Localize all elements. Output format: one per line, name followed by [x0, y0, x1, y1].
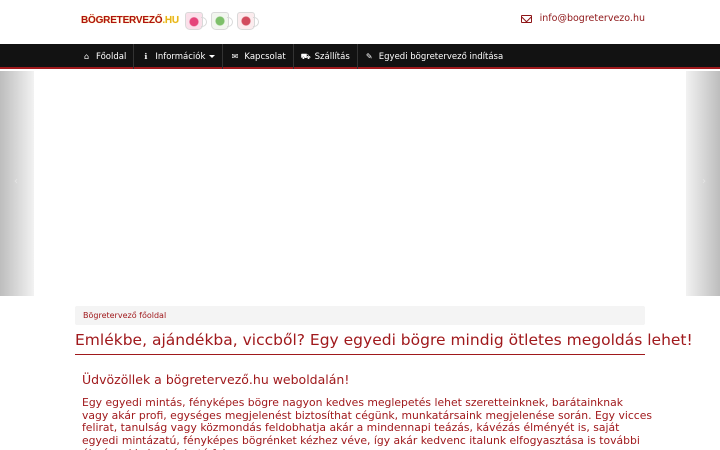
breadcrumb-item[interactable]: Bögretervező főoldal — [83, 311, 166, 320]
nav-item-fooldal[interactable]: ⌂ Főoldal — [75, 44, 135, 69]
main-navbar: ⌂ Főoldal ℹ Információk ✉ Kapcsolat ⛟ Sz… — [0, 44, 720, 69]
envelope-icon: ✉ — [231, 52, 239, 61]
chevron-right-icon: › — [702, 176, 706, 187]
info-icon: ℹ — [144, 52, 148, 61]
email-link[interactable]: info@bogretervezo.hu — [540, 13, 645, 24]
nav-items: ⌂ Főoldal ℹ Információk ✉ Kapcsolat ⛟ Sz… — [75, 44, 510, 69]
nav-label: Információk — [155, 51, 206, 62]
site-header: BÖGRETERVEZŐ.HU info@bogretervezo.hu — [0, 0, 720, 44]
intro-paragraph: Egy egyedi mintás, fényképes bögre nagyo… — [82, 396, 652, 450]
envelope-icon — [520, 14, 532, 23]
nav-item-bogretervezo[interactable]: ✎ Egyedi bögretervező indítása — [358, 44, 510, 69]
carousel-next-button[interactable]: › — [686, 71, 720, 296]
floral-mug-icon — [236, 12, 259, 30]
header-email[interactable]: info@bogretervezo.hu — [520, 13, 645, 24]
photo-mug-icon — [210, 12, 233, 30]
nav-item-szallitas[interactable]: ⛟ Szállítás — [294, 44, 358, 69]
nav-item-informaciok[interactable]: ℹ Információk — [134, 44, 224, 69]
nav-label: Szállítás — [314, 51, 350, 62]
caret-down-icon — [209, 55, 216, 58]
site-logo[interactable]: BÖGRETERVEZŐ.HU — [81, 12, 259, 30]
nav-item-kapcsolat[interactable]: ✉ Kapcsolat — [223, 44, 294, 69]
image-carousel: ‹ › — [0, 71, 720, 296]
carousel-prev-button[interactable]: ‹ — [0, 71, 34, 296]
nav-label: Egyedi bögretervező indítása — [378, 51, 504, 62]
nav-label: Főoldal — [96, 51, 127, 62]
breadcrumb: Bögretervező főoldal — [75, 306, 645, 325]
logo-text: BÖGRETERVEZŐ.HU — [81, 15, 179, 26]
home-icon: ⌂ — [83, 52, 90, 61]
nav-label: Kapcsolat — [244, 51, 286, 62]
chevron-left-icon: ‹ — [14, 176, 18, 187]
truck-icon: ⛟ — [300, 51, 311, 61]
page-title: Emlékbe, ajándékba, viccből? Egy egyedi … — [75, 331, 693, 355]
heart-mug-icon — [184, 12, 207, 30]
edit-icon: ✎ — [365, 52, 373, 61]
welcome-heading: Üdvözöllek a bögretervező.hu weboldalán! — [82, 372, 350, 387]
